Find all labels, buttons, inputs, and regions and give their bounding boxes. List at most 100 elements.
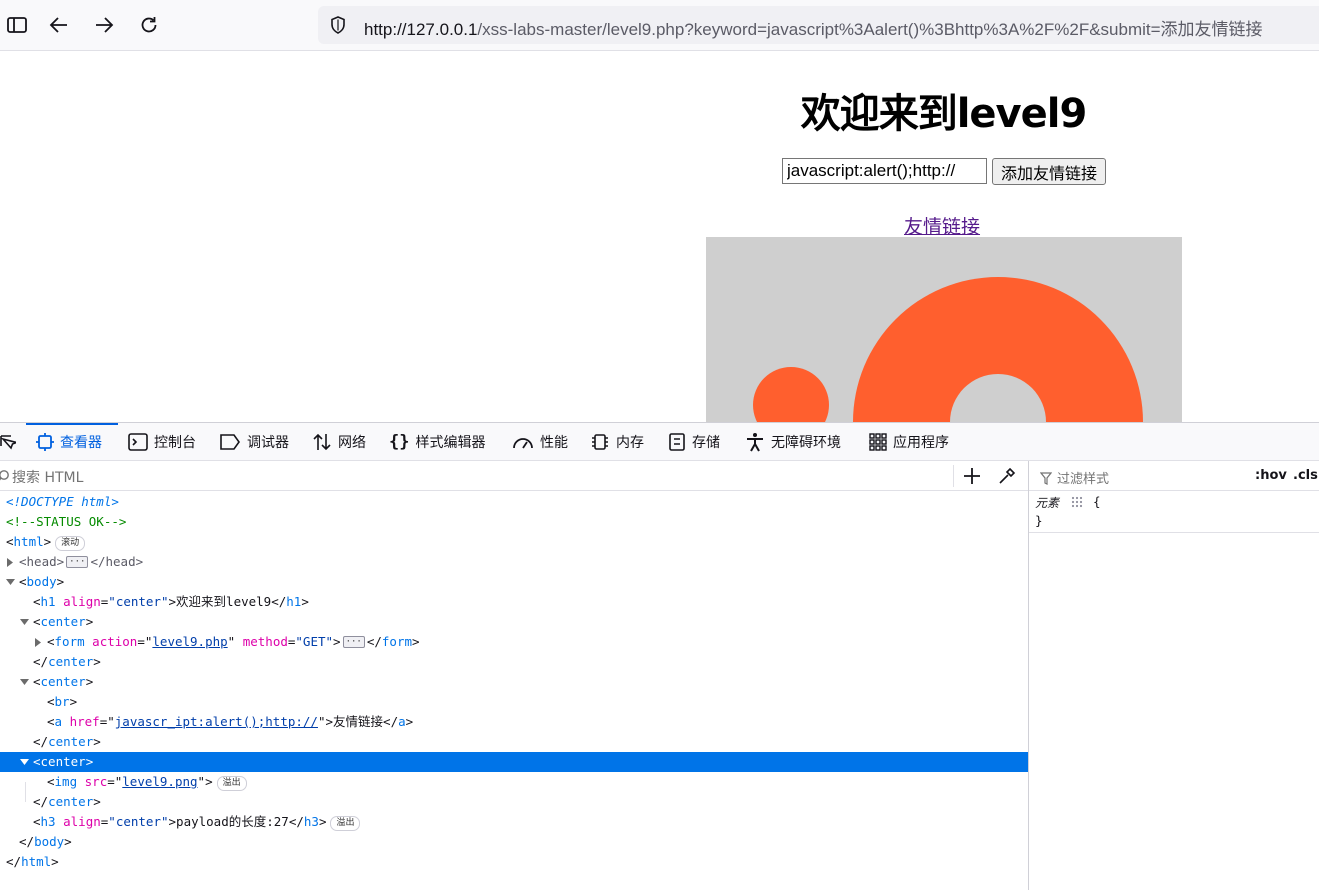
collapse-triangle-icon[interactable] (19, 752, 29, 772)
filter-styles-input[interactable]: 过滤样式 (1057, 468, 1109, 487)
rules-toolbar: 过滤样式 :hov .cls (1029, 461, 1319, 491)
tag-name: html (13, 534, 44, 549)
browser-toolbar: http://127.0.0.1/xss-labs-master/level9.… (0, 0, 1319, 51)
filter-icon (1039, 470, 1053, 489)
tag-name: head (26, 554, 57, 569)
node-center-2-close[interactable]: </center> (0, 732, 1028, 752)
cls-button[interactable]: .cls (1293, 468, 1318, 483)
tab-network[interactable]: 网络 (312, 423, 366, 461)
attr-value-link[interactable]: javascr_ipt:alert();http:// (115, 714, 318, 729)
tab-debugger[interactable]: 调试器 (219, 423, 289, 461)
node-h3[interactable]: <h3 align="center">payload的长度:27</h3> 溢出 (0, 812, 1028, 832)
tag-name: center (48, 654, 94, 669)
node-body-close[interactable]: </body> (0, 832, 1028, 852)
attr-name: method (242, 634, 288, 649)
tag-name: center (48, 734, 94, 749)
tag-name: a (398, 714, 406, 729)
hov-button[interactable]: :hov (1255, 468, 1287, 483)
node-form[interactable]: <form action="level9.php" method="GET"> ·… (0, 632, 1028, 652)
page-viewport: 欢迎来到level9 添加友情链接 友情链接 (0, 51, 1319, 422)
attr-value-link[interactable]: level9.php (152, 634, 227, 649)
collapse-triangle-icon[interactable] (19, 612, 29, 632)
attr-name: src (84, 774, 108, 789)
tag-name: center (40, 614, 86, 629)
node-center-3-close[interactable]: </center> (0, 792, 1028, 812)
comment-text: <!--STATUS OK--> (6, 514, 127, 529)
node-html-close[interactable]: </html> (0, 852, 1028, 872)
tag-name: h1 (286, 594, 302, 609)
node-center-1-close[interactable]: </center> (0, 652, 1028, 672)
debugger-icon (219, 433, 241, 451)
attr-value: "GET" (295, 634, 334, 649)
node-a[interactable]: <a href="javascr_ipt:alert();http://">友情… (0, 712, 1028, 732)
url-path: /xss-labs-master/level9.php?keyword=java… (477, 20, 1263, 39)
tab-application[interactable]: 应用程序 (869, 423, 949, 461)
tab-accessibility[interactable]: 无障碍环境 (745, 423, 841, 461)
node-br[interactable]: <br> (0, 692, 1028, 712)
submit-button[interactable]: 添加友情链接 (992, 158, 1106, 185)
overflow-badge[interactable]: 溢出 (330, 816, 361, 831)
text-node: 欢迎来到level9 (176, 594, 272, 609)
collapse-triangle-icon[interactable] (5, 572, 15, 592)
grid-dots-icon[interactable] (1071, 496, 1083, 511)
tab-label: 网络 (338, 435, 366, 451)
text-node: 友情链接 (333, 714, 384, 729)
expand-triangle-icon[interactable] (33, 632, 43, 652)
node-center-1[interactable]: <center> (0, 612, 1028, 632)
url-bar[interactable]: http://127.0.0.1/xss-labs-master/level9.… (318, 6, 1319, 44)
url-text: http://127.0.0.1/xss-labs-master/level9.… (364, 15, 1263, 40)
tab-storage[interactable]: 存储 (668, 423, 720, 461)
console-icon (128, 433, 148, 451)
node-center-2[interactable]: <center> (0, 672, 1028, 692)
tag-name: center (40, 754, 86, 769)
eyedropper-icon[interactable] (998, 467, 1016, 489)
sidebar-icon[interactable] (0, 8, 34, 42)
level9-image (706, 237, 1182, 422)
node-comment[interactable]: <!--STATUS OK--> (0, 512, 1028, 532)
tab-memory[interactable]: 内存 (590, 423, 644, 461)
inspector-icon (36, 433, 54, 451)
tab-label: 内存 (616, 435, 644, 451)
shield-icon[interactable] (328, 15, 348, 39)
tag-name: img (54, 774, 78, 789)
element-picker-icon[interactable] (0, 423, 16, 461)
tag-name: h3 (303, 814, 319, 829)
tag-name: h3 (40, 814, 56, 829)
node-head[interactable]: <head> ··· </head> (0, 552, 1028, 572)
ellipsis-icon[interactable]: ··· (342, 636, 365, 648)
tab-style-editor[interactable]: {} 样式编辑器 (389, 423, 485, 461)
node-center-3-selected[interactable]: <center> (0, 752, 1028, 772)
tag-name: center (48, 794, 94, 809)
search-icon (0, 469, 10, 488)
expand-triangle-icon[interactable] (5, 552, 15, 572)
reload-icon[interactable] (132, 8, 166, 42)
scroll-badge[interactable]: 滚动 (55, 536, 86, 551)
ellipsis-icon[interactable]: ··· (66, 556, 89, 568)
node-html[interactable]: <html> 滚动 (0, 532, 1028, 552)
tab-label: 性能 (540, 435, 568, 451)
forward-icon[interactable] (87, 8, 121, 42)
attr-name: action (92, 634, 138, 649)
keyword-input[interactable] (782, 158, 987, 184)
tab-console[interactable]: 控制台 (128, 423, 196, 461)
tab-inspector[interactable]: 查看器 (36, 423, 102, 461)
tag-name: html (21, 854, 52, 869)
url-host: http://127.0.0.1 (364, 20, 478, 39)
collapse-triangle-icon[interactable] (19, 672, 29, 692)
tab-performance[interactable]: 性能 (512, 423, 568, 461)
node-img[interactable]: <img src="level9.png"> 溢出 (0, 772, 1028, 792)
attr-value-link[interactable]: level9.png (122, 774, 197, 789)
node-body[interactable]: <body> (0, 572, 1028, 592)
network-icon (312, 432, 332, 452)
style-editor-icon: {} (389, 432, 410, 452)
node-doctype[interactable]: <!DOCTYPE html> (0, 492, 1028, 512)
overflow-badge[interactable]: 溢出 (216, 776, 247, 791)
memory-icon (590, 432, 610, 452)
tab-label: 无障碍环境 (771, 435, 841, 451)
node-h1[interactable]: <h1 align="center">欢迎来到level9</h1> (0, 592, 1028, 612)
back-icon[interactable] (42, 8, 76, 42)
add-node-icon[interactable] (963, 467, 981, 489)
search-input[interactable]: 搜索 HTML (12, 467, 83, 487)
application-icon (869, 433, 887, 451)
friend-link[interactable]: 友情链接 (904, 212, 980, 239)
